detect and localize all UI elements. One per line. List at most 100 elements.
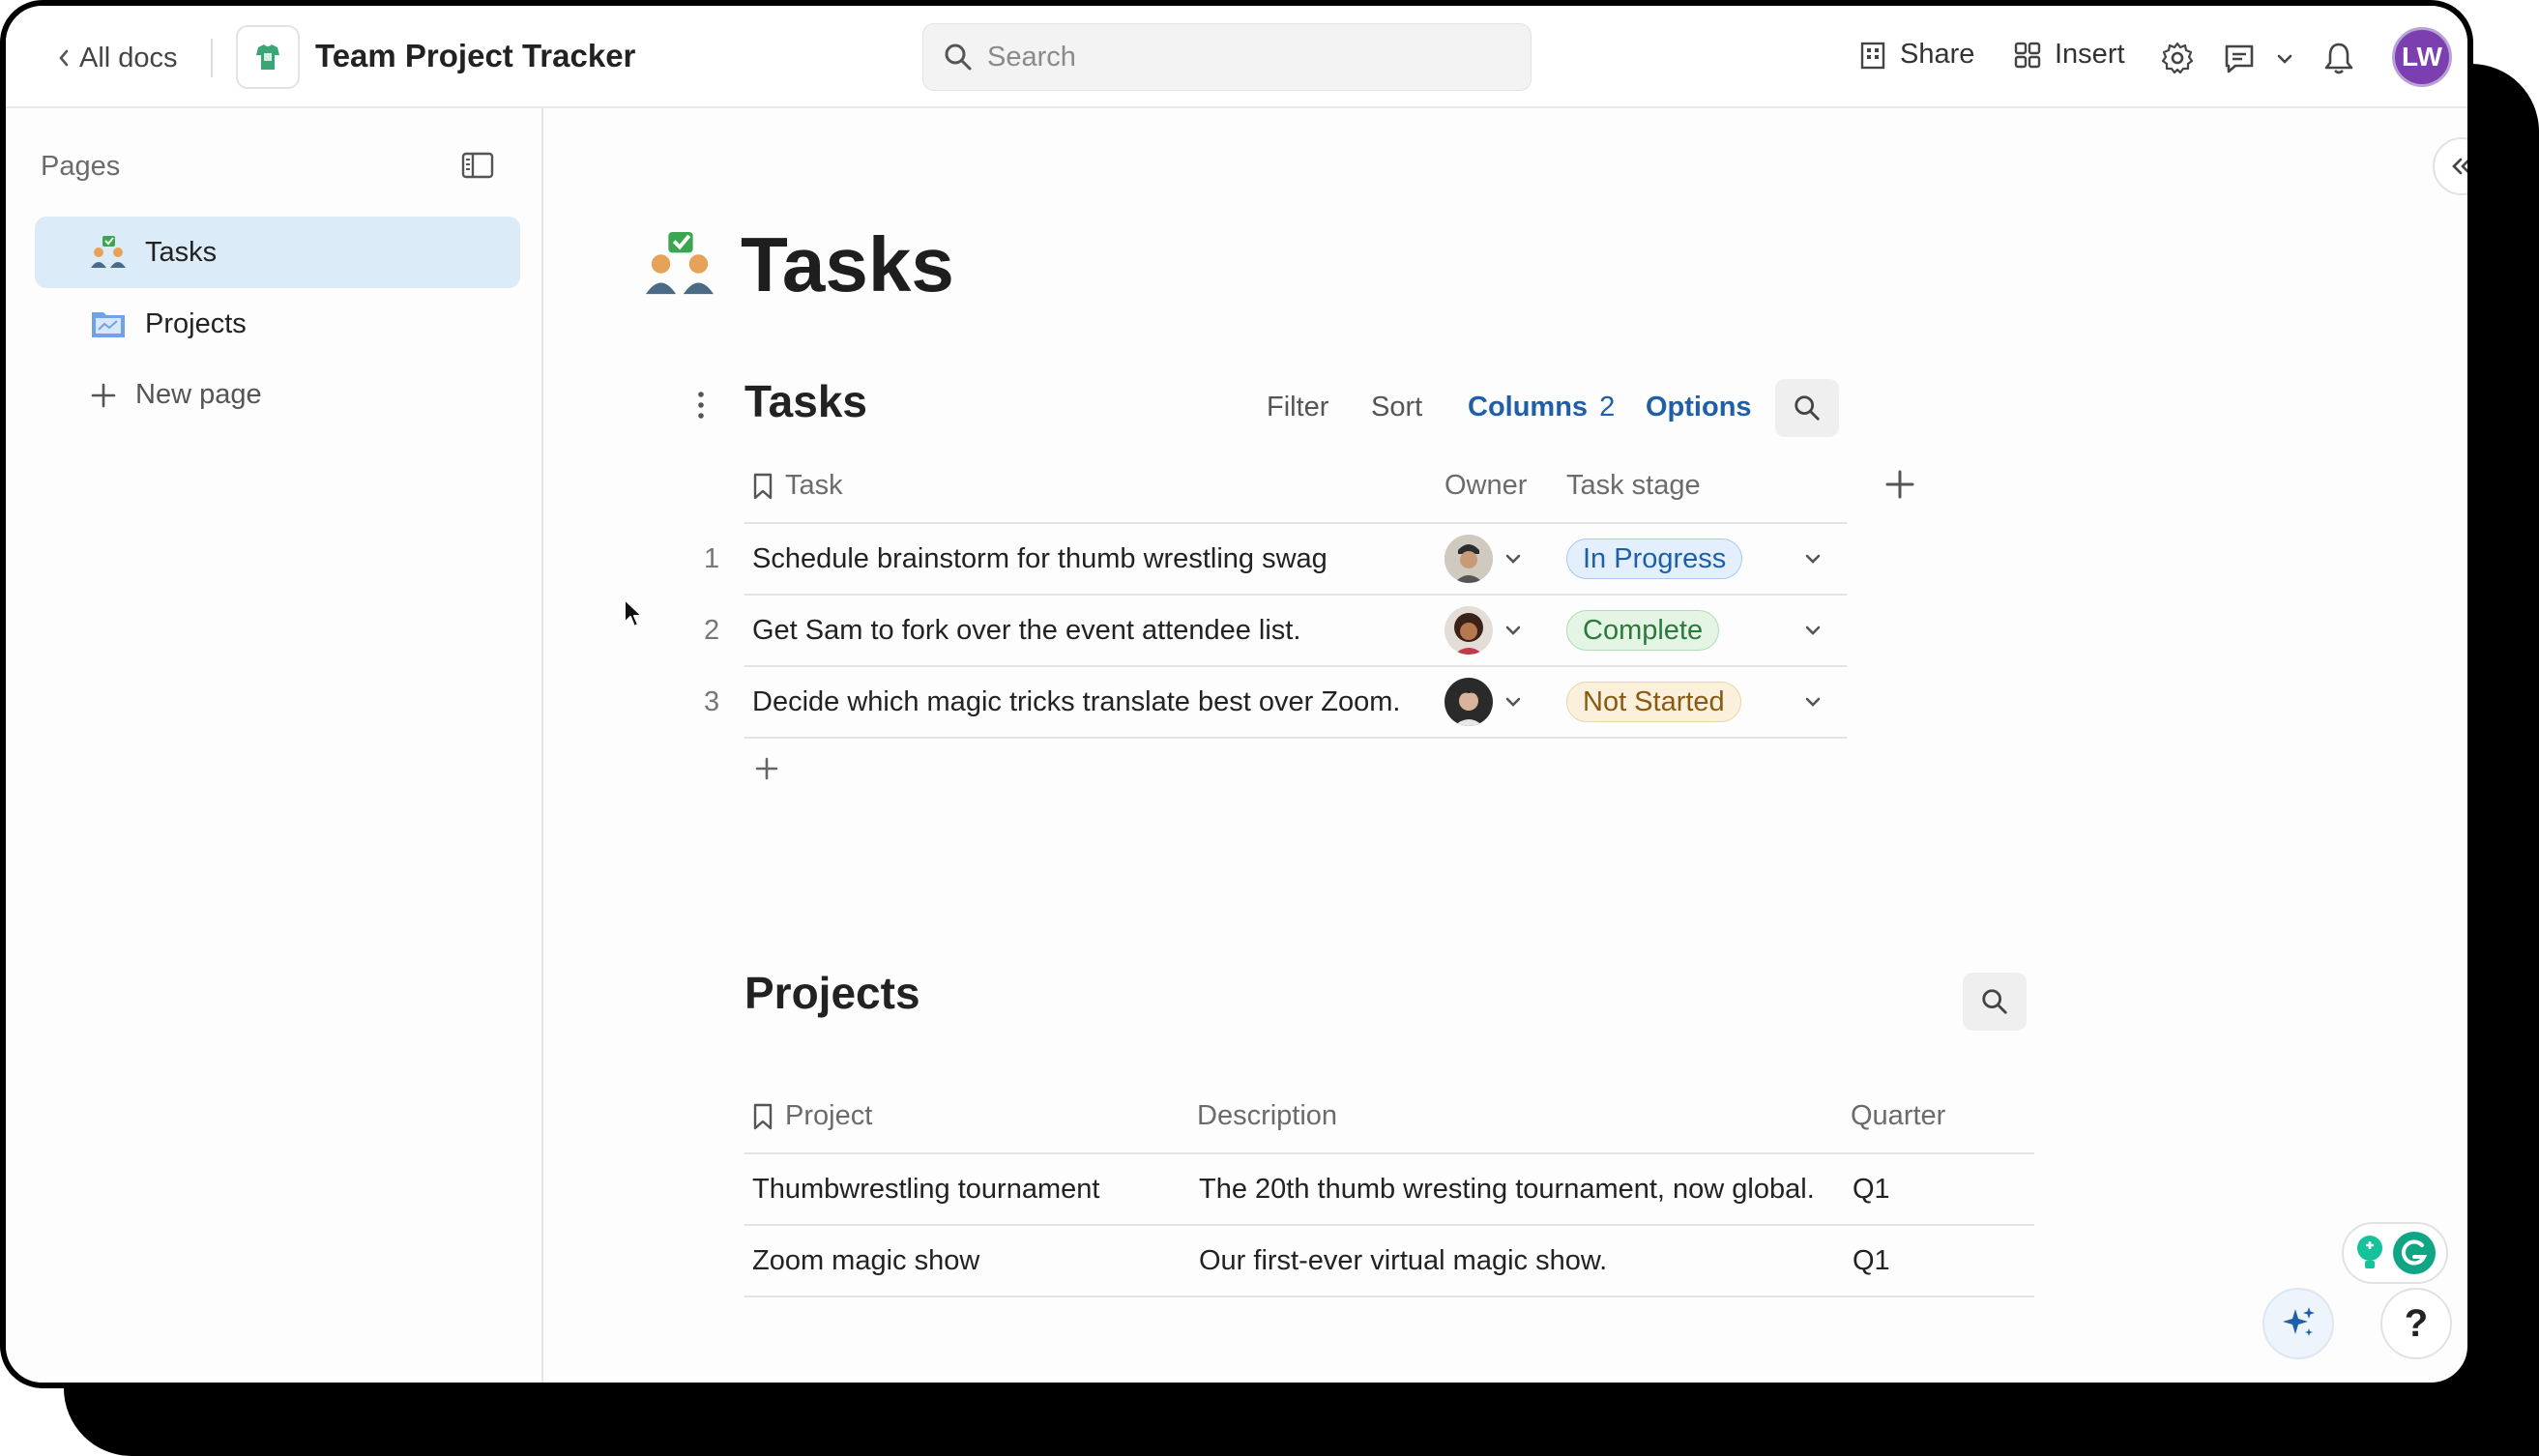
search-placeholder: Search	[987, 41, 1076, 73]
column-header-label: Task	[785, 470, 843, 501]
page-emoji-icon[interactable]	[642, 230, 717, 298]
back-to-all-docs[interactable]: All docs	[56, 39, 178, 77]
owner-avatar[interactable]	[1445, 678, 1493, 726]
sidebar-item-label: Tasks	[145, 236, 218, 268]
chevron-down-icon[interactable]	[1503, 691, 1524, 713]
pages-heading: Pages	[41, 151, 121, 182]
column-header-task[interactable]: Task	[752, 470, 843, 502]
mouse-cursor-icon	[623, 597, 646, 630]
owner-avatar[interactable]	[1445, 535, 1493, 583]
grammarly-widget[interactable]	[2342, 1222, 2448, 1284]
more-options-icon[interactable]	[694, 389, 708, 422]
building-icon	[1857, 40, 1888, 71]
bookmark-icon	[752, 1102, 773, 1131]
doc-title[interactable]: Team Project Tracker	[315, 38, 635, 74]
share-button[interactable]: Share	[1857, 39, 1974, 71]
table-row[interactable]: 2 Get Sam to fork over the event attende…	[690, 596, 1847, 665]
comment-icon[interactable]	[2222, 41, 2257, 75]
column-header-owner[interactable]: Owner	[1445, 470, 1527, 502]
help-label: ?	[2404, 1301, 2429, 1345]
projects-folder-icon	[89, 306, 128, 341]
lightbulb-icon	[2353, 1234, 2386, 1272]
chevron-down-icon[interactable]	[1802, 620, 1824, 641]
quarter-cell[interactable]: Q1	[1853, 1245, 1890, 1277]
collapse-panel-button[interactable]	[2433, 137, 2467, 195]
row-number: 2	[704, 615, 720, 646]
top-bar: All docs Team Project Tracker Search Sha…	[6, 6, 2467, 108]
table-row[interactable]: Zoom magic show Our first-ever virtual m…	[744, 1226, 2034, 1296]
table-row[interactable]: Thumbwrestling tournament The 20th thumb…	[744, 1154, 2034, 1224]
chevron-down-icon[interactable]	[2274, 48, 2295, 70]
add-row-icon[interactable]	[754, 756, 779, 781]
bookmark-icon	[752, 472, 773, 501]
row-number: 1	[704, 543, 720, 574]
search-box[interactable]: Search	[922, 23, 1532, 91]
double-chevron-left-icon	[2449, 155, 2467, 178]
app-window: All docs Team Project Tracker Search Sha…	[0, 0, 2473, 1388]
insert-button[interactable]: Insert	[2012, 39, 2125, 71]
sidebar-item-tasks[interactable]: Tasks	[35, 217, 520, 288]
column-header-quarter[interactable]: Quarter	[1851, 1100, 1945, 1132]
columns-label: Columns	[1468, 392, 1589, 422]
gear-icon[interactable]	[2160, 41, 2195, 75]
divider	[211, 39, 213, 77]
search-icon	[1980, 987, 2009, 1016]
task-cell[interactable]: Get Sam to fork over the event attendee …	[752, 615, 1300, 647]
user-avatar[interactable]: LW	[2392, 27, 2452, 87]
project-cell[interactable]: Zoom magic show	[752, 1245, 979, 1277]
grammarly-icon	[2392, 1231, 2437, 1275]
ai-assistant-button[interactable]	[2262, 1288, 2334, 1359]
chevron-left-icon	[56, 46, 72, 70]
back-label: All docs	[79, 42, 178, 73]
chevron-down-icon[interactable]	[1802, 548, 1824, 569]
chevron-down-icon[interactable]	[1503, 548, 1524, 569]
status-badge[interactable]: Not Started	[1566, 682, 1741, 722]
row-number: 3	[704, 686, 720, 717]
column-header-description[interactable]: Description	[1197, 1100, 1337, 1132]
sidebar-item-label: Projects	[145, 307, 247, 339]
chevron-down-icon[interactable]	[1503, 620, 1524, 641]
doc-icon[interactable]	[236, 25, 300, 89]
user-initials: LW	[2402, 42, 2442, 72]
task-cell[interactable]: Schedule brainstorm for thumb wrestling …	[752, 543, 1328, 575]
column-header-project[interactable]: Project	[752, 1100, 872, 1132]
task-cell[interactable]: Decide which magic tricks translate best…	[752, 686, 1400, 718]
sidebar-toggle-icon[interactable]	[460, 151, 495, 180]
description-cell[interactable]: The 20th thumb wresting tournament, now …	[1199, 1174, 1815, 1206]
description-cell[interactable]: Our first-ever virtual magic show.	[1199, 1245, 1607, 1277]
table-row[interactable]: 1 Schedule brainstorm for thumb wrestlin…	[690, 524, 1847, 594]
owner-avatar[interactable]	[1445, 606, 1493, 655]
add-column-icon[interactable]	[1883, 468, 1916, 501]
options-button[interactable]: Options	[1646, 392, 1752, 423]
new-page-label: New page	[135, 379, 262, 410]
pages-sidebar: Pages Tasks Projects New page	[6, 108, 543, 1383]
page-title: Tasks	[741, 221, 954, 307]
chevron-down-icon[interactable]	[1802, 691, 1824, 713]
project-cell[interactable]: Thumbwrestling tournament	[752, 1174, 1099, 1206]
share-label: Share	[1900, 39, 1975, 70]
quarter-cell[interactable]: Q1	[1853, 1174, 1890, 1206]
status-badge[interactable]: Complete	[1566, 610, 1720, 651]
projects-search-button[interactable]	[1963, 973, 2027, 1031]
grid-icon	[2012, 40, 2043, 71]
projects-table-title: Projects	[744, 968, 920, 1018]
team-tasks-icon	[89, 235, 128, 270]
insert-label: Insert	[2055, 39, 2125, 70]
filter-button[interactable]: Filter	[1267, 392, 1328, 423]
search-icon	[1793, 393, 1822, 422]
column-header-task-stage[interactable]: Task stage	[1566, 470, 1701, 502]
help-button[interactable]: ?	[2380, 1288, 2452, 1359]
sidebar-item-projects[interactable]: Projects	[35, 288, 520, 360]
main-content: Tasks Tasks Filter Sort Columns 2 Option…	[545, 108, 2467, 1383]
status-badge[interactable]: In Progress	[1566, 539, 1743, 579]
bell-icon[interactable]	[2322, 41, 2355, 75]
table-search-button[interactable]	[1775, 379, 1839, 437]
sort-button[interactable]: Sort	[1371, 392, 1422, 423]
columns-button[interactable]: Columns 2	[1468, 392, 1615, 423]
search-icon	[943, 42, 974, 73]
columns-count: 2	[1599, 392, 1616, 422]
sparkle-icon	[2278, 1303, 2319, 1344]
new-page-button[interactable]: New page	[89, 379, 262, 411]
tasks-table-title: Tasks	[744, 376, 868, 426]
table-row[interactable]: 3 Decide which magic tricks translate be…	[690, 667, 1847, 737]
